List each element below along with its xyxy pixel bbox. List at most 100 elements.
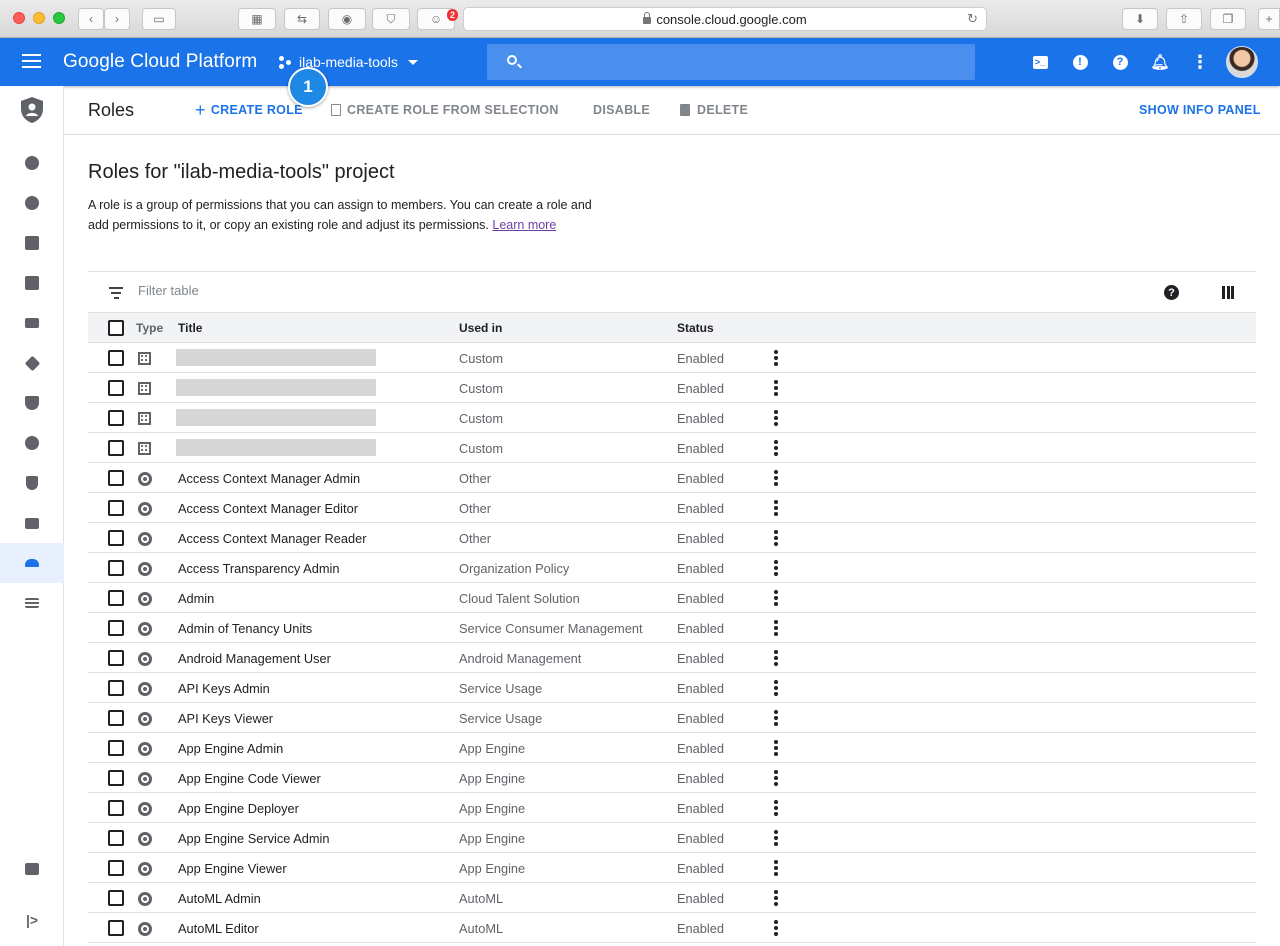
table-row[interactable]: Android Management User Android Managemen…: [88, 643, 1256, 673]
list-icon[interactable]: [0, 503, 64, 543]
more-vert-icon[interactable]: [774, 890, 778, 906]
row-checkbox[interactable]: [108, 590, 124, 606]
expand-nav-icon[interactable]: |>: [0, 900, 64, 940]
more-vert-icon[interactable]: [774, 770, 778, 786]
tag-icon[interactable]: [0, 343, 64, 383]
role-title[interactable]: App Engine Deployer: [178, 801, 299, 816]
ublock-extension-icon[interactable]: ⛉: [372, 8, 410, 30]
row-checkbox[interactable]: [108, 830, 124, 846]
forward-button[interactable]: ›: [104, 8, 130, 30]
more-vert-icon[interactable]: ⋮: [1190, 52, 1210, 72]
security-icon[interactable]: [0, 463, 64, 503]
settings-icon[interactable]: [0, 423, 64, 463]
row-checkbox[interactable]: [108, 380, 124, 396]
more-vert-icon[interactable]: [774, 590, 778, 606]
more-vert-icon[interactable]: [774, 830, 778, 846]
table-row[interactable]: Access Context Manager Reader Other Enable…: [88, 523, 1256, 553]
document-icon[interactable]: [0, 223, 64, 263]
table-row[interactable]: Access Context Manager Editor Other Enable…: [88, 493, 1256, 523]
help-icon[interactable]: ?: [1110, 52, 1130, 72]
avatar[interactable]: [1226, 46, 1258, 78]
table-row[interactable]: API Keys Viewer Service Usage Enabled: [88, 703, 1256, 733]
notifications-icon[interactable]: 🔔︎: [1150, 52, 1170, 72]
row-checkbox[interactable]: [108, 860, 124, 876]
role-title[interactable]: Access Transparency Admin: [178, 561, 339, 576]
sidebar-toggle-button[interactable]: ▭: [142, 8, 176, 30]
iam-shield-icon[interactable]: [0, 86, 64, 134]
delete-button[interactable]: DELETE: [680, 103, 748, 117]
more-vert-icon[interactable]: [774, 650, 778, 666]
select-all-checkbox[interactable]: [108, 320, 124, 336]
help-icon[interactable]: ?: [1164, 285, 1179, 300]
row-checkbox[interactable]: [108, 410, 124, 426]
extension-icon[interactable]: ▦: [238, 8, 276, 30]
more-vert-icon[interactable]: [774, 530, 778, 546]
role-title[interactable]: App Engine Viewer: [178, 861, 287, 876]
table-row[interactable]: AutoML Admin AutoML Enabled: [88, 883, 1256, 913]
role-title[interactable]: Access Context Manager Admin: [178, 471, 360, 486]
feedback-icon[interactable]: !: [1070, 52, 1090, 72]
col-title[interactable]: Title: [178, 321, 202, 335]
table-row[interactable]: Custom Enabled: [88, 343, 1256, 373]
row-checkbox[interactable]: [108, 710, 124, 726]
row-checkbox[interactable]: [108, 890, 124, 906]
learn-more-link[interactable]: Learn more: [492, 218, 556, 232]
more-vert-icon[interactable]: [774, 710, 778, 726]
tabs-overview-button[interactable]: ❐: [1210, 8, 1246, 30]
window-minimize-button[interactable]: [33, 12, 45, 24]
more-vert-icon[interactable]: [774, 380, 778, 396]
row-checkbox[interactable]: [108, 470, 124, 486]
table-row[interactable]: Admin Cloud Talent Solution Enabled: [88, 583, 1256, 613]
more-vert-icon[interactable]: [774, 680, 778, 696]
account-icon[interactable]: [0, 183, 64, 223]
role-title[interactable]: API Keys Viewer: [178, 711, 273, 726]
shield-icon[interactable]: [0, 383, 64, 423]
menu-list-icon[interactable]: [0, 583, 64, 623]
search-bar[interactable]: [487, 44, 975, 80]
column-display-icon[interactable]: [1222, 286, 1234, 299]
table-row[interactable]: App Engine Admin App Engine Enabled: [88, 733, 1256, 763]
add-member-icon[interactable]: [0, 143, 64, 183]
role-title[interactable]: Access Context Manager Reader: [178, 531, 367, 546]
row-checkbox[interactable]: [108, 560, 124, 576]
col-used-in[interactable]: Used in: [459, 321, 502, 335]
table-row[interactable]: Custom Enabled: [88, 433, 1256, 463]
back-button[interactable]: ‹: [78, 8, 104, 30]
more-vert-icon[interactable]: [774, 800, 778, 816]
table-row[interactable]: AutoML Editor AutoML Enabled: [88, 913, 1256, 943]
create-role-button[interactable]: + CREATE ROLE: [195, 101, 303, 119]
brand-title[interactable]: Google Cloud Platform: [63, 51, 257, 73]
roles-icon[interactable]: [0, 543, 64, 583]
disable-button[interactable]: DISABLE: [593, 103, 650, 117]
table-row[interactable]: API Keys Admin Service Usage Enabled: [88, 673, 1256, 703]
more-vert-icon[interactable]: [774, 920, 778, 936]
more-vert-icon[interactable]: [774, 860, 778, 876]
password-extension-icon[interactable]: ◉: [328, 8, 366, 30]
row-checkbox[interactable]: [108, 920, 124, 936]
role-title[interactable]: App Engine Service Admin: [178, 831, 330, 846]
row-checkbox[interactable]: [108, 680, 124, 696]
transfer-icon[interactable]: [0, 303, 64, 343]
more-vert-icon[interactable]: [774, 740, 778, 756]
create-role-from-selection-button[interactable]: CREATE ROLE FROM SELECTION: [331, 103, 559, 117]
row-checkbox[interactable]: [108, 770, 124, 786]
show-info-panel-button[interactable]: SHOW INFO PANEL: [1139, 103, 1261, 117]
col-status[interactable]: Status: [677, 321, 714, 335]
search-input[interactable]: [531, 44, 961, 80]
table-row[interactable]: App Engine Service Admin App Engine Enable…: [88, 823, 1256, 853]
role-title[interactable]: Admin: [178, 591, 214, 606]
role-title[interactable]: AutoML Editor: [178, 921, 259, 936]
table-row[interactable]: App Engine Viewer App Engine Enabled: [88, 853, 1256, 883]
role-title[interactable]: App Engine Admin: [178, 741, 283, 756]
row-checkbox[interactable]: [108, 650, 124, 666]
row-checkbox[interactable]: [108, 740, 124, 756]
folder-settings-icon[interactable]: [0, 849, 64, 889]
row-checkbox[interactable]: [108, 350, 124, 366]
table-row[interactable]: Access Context Manager Admin Other Enabled: [88, 463, 1256, 493]
more-vert-icon[interactable]: [774, 410, 778, 426]
role-title[interactable]: API Keys Admin: [178, 681, 270, 696]
window-maximize-button[interactable]: [53, 12, 65, 24]
table-row[interactable]: App Engine Code Viewer App Engine Enabled: [88, 763, 1256, 793]
table-row[interactable]: App Engine Deployer App Engine Enabled: [88, 793, 1256, 823]
filter-input[interactable]: [138, 283, 538, 298]
